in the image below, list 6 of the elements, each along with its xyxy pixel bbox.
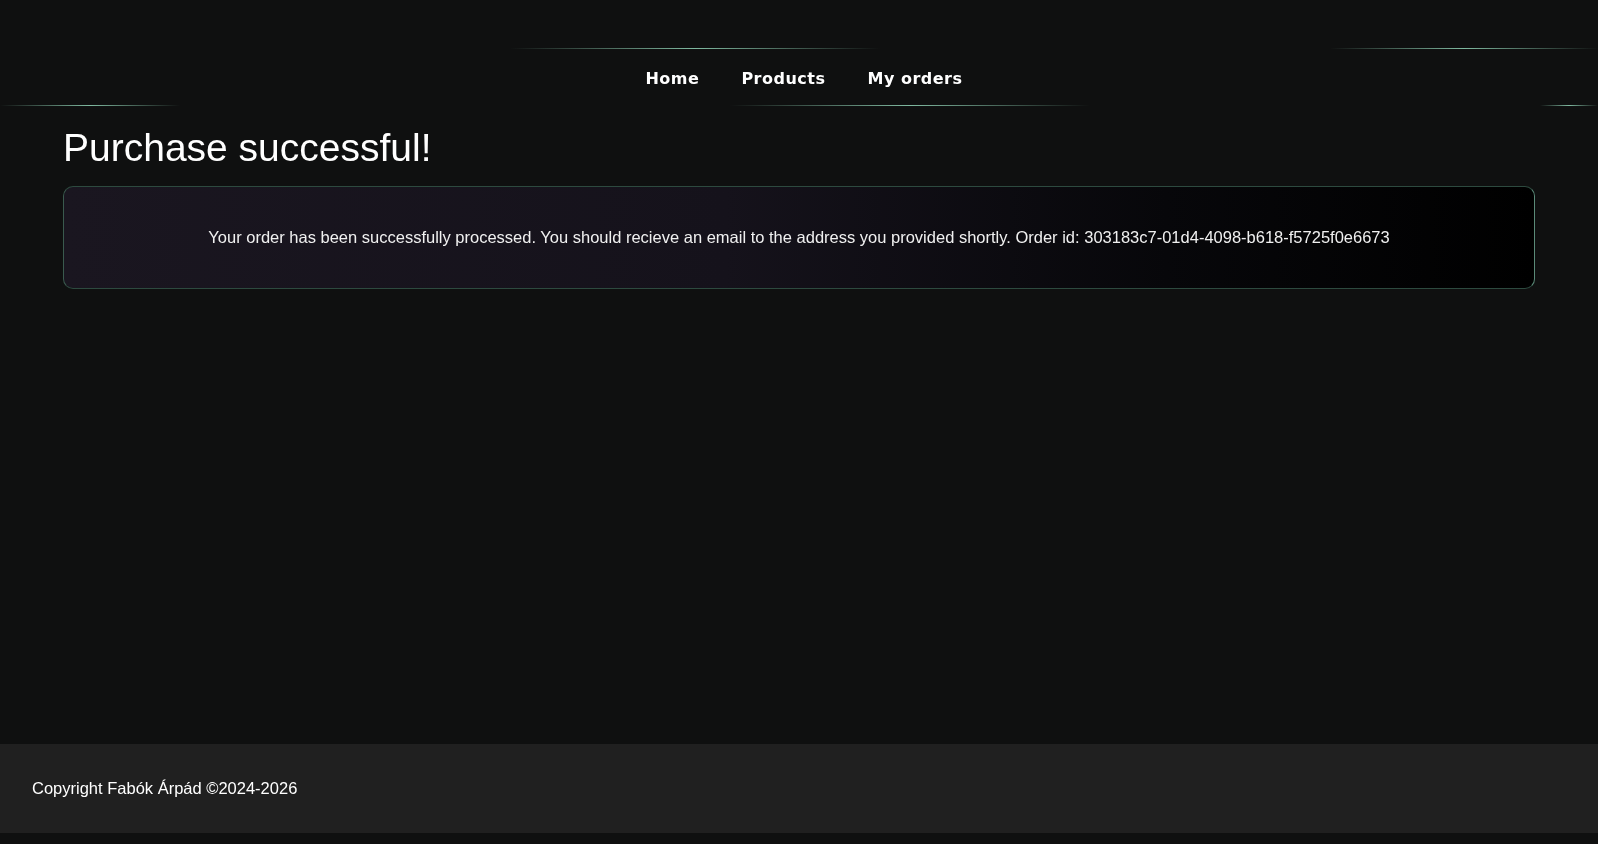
confirmation-message: Your order has been successfully processed. You should recieve an email to the address you provided shortly. Order id: 303183c7-01d4-4098-b618-f5725f0e6673 <box>208 228 1390 247</box>
nav-link[interactable]: Products <box>731 64 836 92</box>
page-heading: Purchase successful! <box>63 126 433 170</box>
nav-link[interactable]: Home <box>635 64 710 92</box>
nav-link[interactable]: My orders <box>857 64 973 92</box>
copyright-text: Copyright Fabók Árpád ©2024-2026 <box>32 779 298 798</box>
